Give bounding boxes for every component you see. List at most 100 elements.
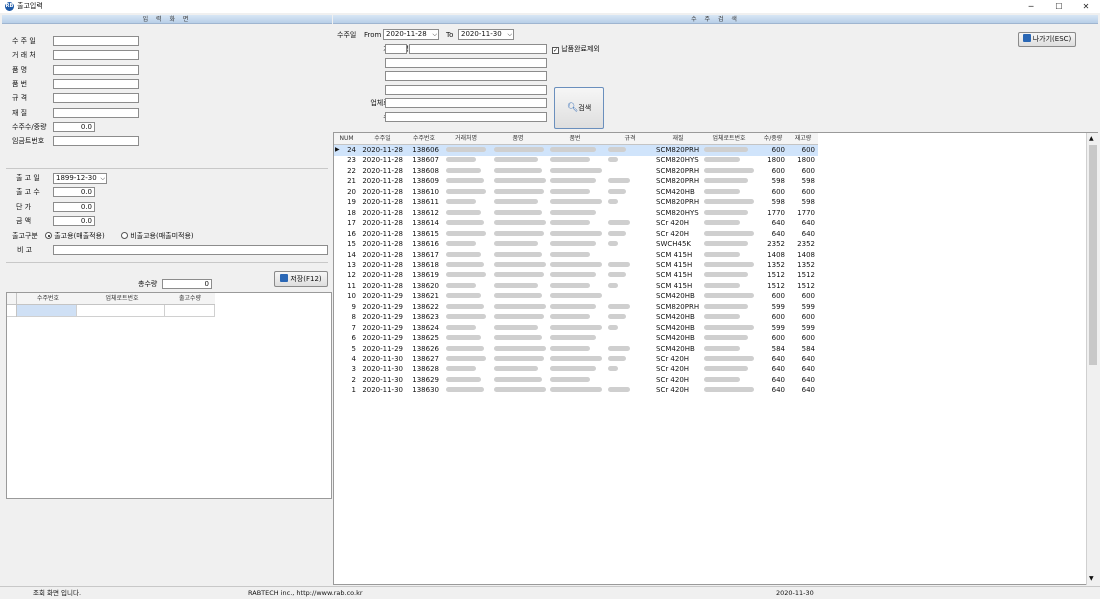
- chevron-down-icon: ⌵: [507, 31, 512, 38]
- table-row[interactable]: 15 2020-11-28 138616 SWCH45K 2352 2352: [334, 239, 818, 250]
- filter-input[interactable]: [385, 98, 547, 109]
- grid-cell[interactable]: [79, 305, 165, 316]
- col-lot-no[interactable]: 업체로트번호: [79, 293, 165, 305]
- cell-order: 138614: [412, 219, 439, 228]
- out-grid[interactable]: 수주번호 업체로트번호 출고수량: [6, 292, 332, 499]
- cell-qty: 1512: [767, 281, 785, 290]
- exclude-completed-checkbox[interactable]: ✓ 납품완료제외: [552, 44, 600, 54]
- col-header-cust[interactable]: 거래처명: [442, 133, 490, 145]
- active-cell[interactable]: [17, 305, 77, 316]
- customer-name-input[interactable]: [409, 44, 547, 54]
- table-row[interactable]: 5 2020-11-29 138626 SCM420HB 584 584: [334, 344, 818, 355]
- maximize-button[interactable]: ☐: [1046, 0, 1072, 13]
- filter-input[interactable]: [385, 71, 547, 82]
- from-date-picker[interactable]: 2020-11-28 ⌵: [383, 29, 439, 40]
- memo-input[interactable]: [53, 245, 328, 255]
- field-input[interactable]: 0.0: [53, 121, 95, 132]
- cell-num: 10: [347, 292, 356, 301]
- table-row[interactable]: ▶ 24 2020-11-28 138606 SCM820PRH 600 600: [334, 145, 818, 156]
- cell-order: 138620: [412, 281, 439, 290]
- col-header-material[interactable]: 재질: [656, 133, 700, 145]
- customer-code-input[interactable]: [385, 44, 407, 54]
- radio-sales[interactable]: 출고용(매출적용): [45, 231, 105, 241]
- radio-non-sales-label: 비출고용(매출미적용): [130, 232, 194, 240]
- save-icon: [280, 274, 289, 282]
- save-button[interactable]: 저장(F12): [274, 271, 328, 287]
- col-header-qty[interactable]: 수/중량: [758, 133, 788, 145]
- col-header-order[interactable]: 수주번호: [406, 133, 442, 145]
- cell-date: 2020-11-29: [362, 334, 403, 343]
- out-field-input[interactable]: 0.0: [53, 187, 95, 198]
- col-header-lot[interactable]: 업체로트번호: [700, 133, 758, 145]
- col-order-no[interactable]: 수주번호: [17, 293, 79, 305]
- grid-cell[interactable]: [165, 305, 215, 316]
- table-row[interactable]: 20 2020-11-28 138610 SCM420HB 600 600: [334, 187, 818, 198]
- vertical-scrollbar[interactable]: ▲ ▼: [1086, 133, 1098, 585]
- scroll-down-icon[interactable]: ▼: [1089, 575, 1094, 582]
- out-field-input[interactable]: 1899-12-30 ⌵: [53, 173, 107, 184]
- col-header-date[interactable]: 수주일: [359, 133, 406, 145]
- filter-input[interactable]: [385, 112, 547, 122]
- cell-order: 138611: [412, 198, 439, 207]
- table-row[interactable]: 2 2020-11-30 138629 SCr 420H 640 640: [334, 375, 818, 386]
- filter-input[interactable]: [385, 84, 547, 95]
- cell-material: SWCH45K: [656, 240, 692, 249]
- exit-button[interactable]: 나가기(ESC): [1018, 32, 1076, 47]
- out-field-label: 금 액: [16, 216, 32, 225]
- search-button[interactable]: 🔍︎검색: [554, 87, 604, 129]
- table-row[interactable]: 17 2020-11-28 138614 SCr 420H 640 640: [334, 218, 818, 229]
- col-out-qty[interactable]: 출고수량: [165, 293, 215, 305]
- table-row[interactable]: 19 2020-11-28 138611 SCM820PRH 598 598: [334, 197, 818, 208]
- cell-material: SCM820PRH: [656, 146, 700, 154]
- field-input[interactable]: [53, 107, 139, 118]
- table-row[interactable]: 22 2020-11-28 138608 SCM820PRH 600 600: [334, 166, 818, 177]
- cell-date: 2020-11-28: [362, 187, 403, 196]
- title-bar: RB 출고입력 ─ ☐ ✕: [0, 0, 1100, 13]
- field-label: 품 명: [12, 65, 28, 74]
- close-button[interactable]: ✕: [1073, 0, 1099, 13]
- col-header-stock[interactable]: 재고량: [788, 133, 818, 145]
- col-header-part[interactable]: 품번: [546, 133, 604, 145]
- table-row[interactable]: 11 2020-11-28 138620 SCM 415H 1512 1512: [334, 281, 818, 292]
- table-row[interactable]: 6 2020-11-29 138625 SCM420HB 600 600: [334, 333, 818, 344]
- filter-input[interactable]: [385, 57, 547, 68]
- out-field-input[interactable]: 0.0: [53, 201, 95, 212]
- table-row[interactable]: 18 2020-11-28 138612 SCM820HYS 1770 1770: [334, 208, 818, 219]
- field-input[interactable]: [53, 136, 139, 147]
- field-input[interactable]: [53, 50, 139, 61]
- cell-date: 2020-11-28: [362, 177, 403, 186]
- table-row[interactable]: 1 2020-11-30 138630 SCr 420H 640 640: [334, 385, 818, 396]
- cell-stock: 640: [801, 355, 815, 363]
- table-row[interactable]: 7 2020-11-29 138624 SCM420HB 599 599: [334, 323, 818, 334]
- out-date-value: 1899-12-30: [56, 174, 97, 182]
- table-row[interactable]: 4 2020-11-30 138627 SCr 420H 640 640: [334, 354, 818, 365]
- field-input[interactable]: [53, 64, 139, 75]
- table-row[interactable]: 9 2020-11-29 138622 SCM820PRH 599 599: [334, 302, 818, 313]
- col-header-name[interactable]: 품명: [490, 133, 546, 145]
- cell-qty: 584: [771, 344, 785, 353]
- table-row[interactable]: 13 2020-11-28 138618 SCM 415H 1352 1352: [334, 260, 818, 271]
- field-input[interactable]: [53, 78, 139, 89]
- table-row[interactable]: 10 2020-11-29 138621 SCM420HB 600 600: [334, 291, 818, 302]
- col-header-spec[interactable]: 규격: [604, 133, 656, 145]
- col-header-num[interactable]: NUM: [334, 133, 359, 145]
- table-row[interactable]: 21 2020-11-28 138609 SCM820PRH 598 598: [334, 176, 818, 187]
- table-row[interactable]: 16 2020-11-28 138615 SCr 420H 640 640: [334, 229, 818, 240]
- table-row[interactable]: 12 2020-11-28 138619 SCM 415H 1512 1512: [334, 270, 818, 281]
- table-row[interactable]: 3 2020-11-30 138628 SCr 420H 640 640: [334, 364, 818, 375]
- out-grid-new-row[interactable]: [7, 305, 215, 317]
- order-grid[interactable]: NUM 수주일 수주번호 거래처명 품명 품번 규격 재질 업체로트번호 수/중량 재고량 ▶ 24 2…: [333, 132, 1098, 585]
- minimize-button[interactable]: ─: [1018, 0, 1044, 13]
- radio-non-sales[interactable]: 비출고용(매출미적용): [121, 231, 194, 241]
- cell-qty: 640: [771, 386, 785, 395]
- scroll-thumb[interactable]: [1089, 145, 1097, 365]
- table-row[interactable]: 8 2020-11-29 138623 SCM420HB 600 600: [334, 312, 818, 323]
- table-row[interactable]: 14 2020-11-28 138617 SCM 415H 1408 1408: [334, 250, 818, 261]
- cell-order: 138616: [412, 240, 439, 249]
- field-input[interactable]: [53, 36, 139, 46]
- scroll-up-icon[interactable]: ▲: [1089, 135, 1094, 142]
- out-field-input[interactable]: 0.0: [53, 215, 95, 226]
- to-date-picker[interactable]: 2020-11-30 ⌵: [458, 29, 514, 40]
- table-row[interactable]: 23 2020-11-28 138607 SCM820HYS 1800 1800: [334, 155, 818, 166]
- field-input[interactable]: [53, 93, 139, 104]
